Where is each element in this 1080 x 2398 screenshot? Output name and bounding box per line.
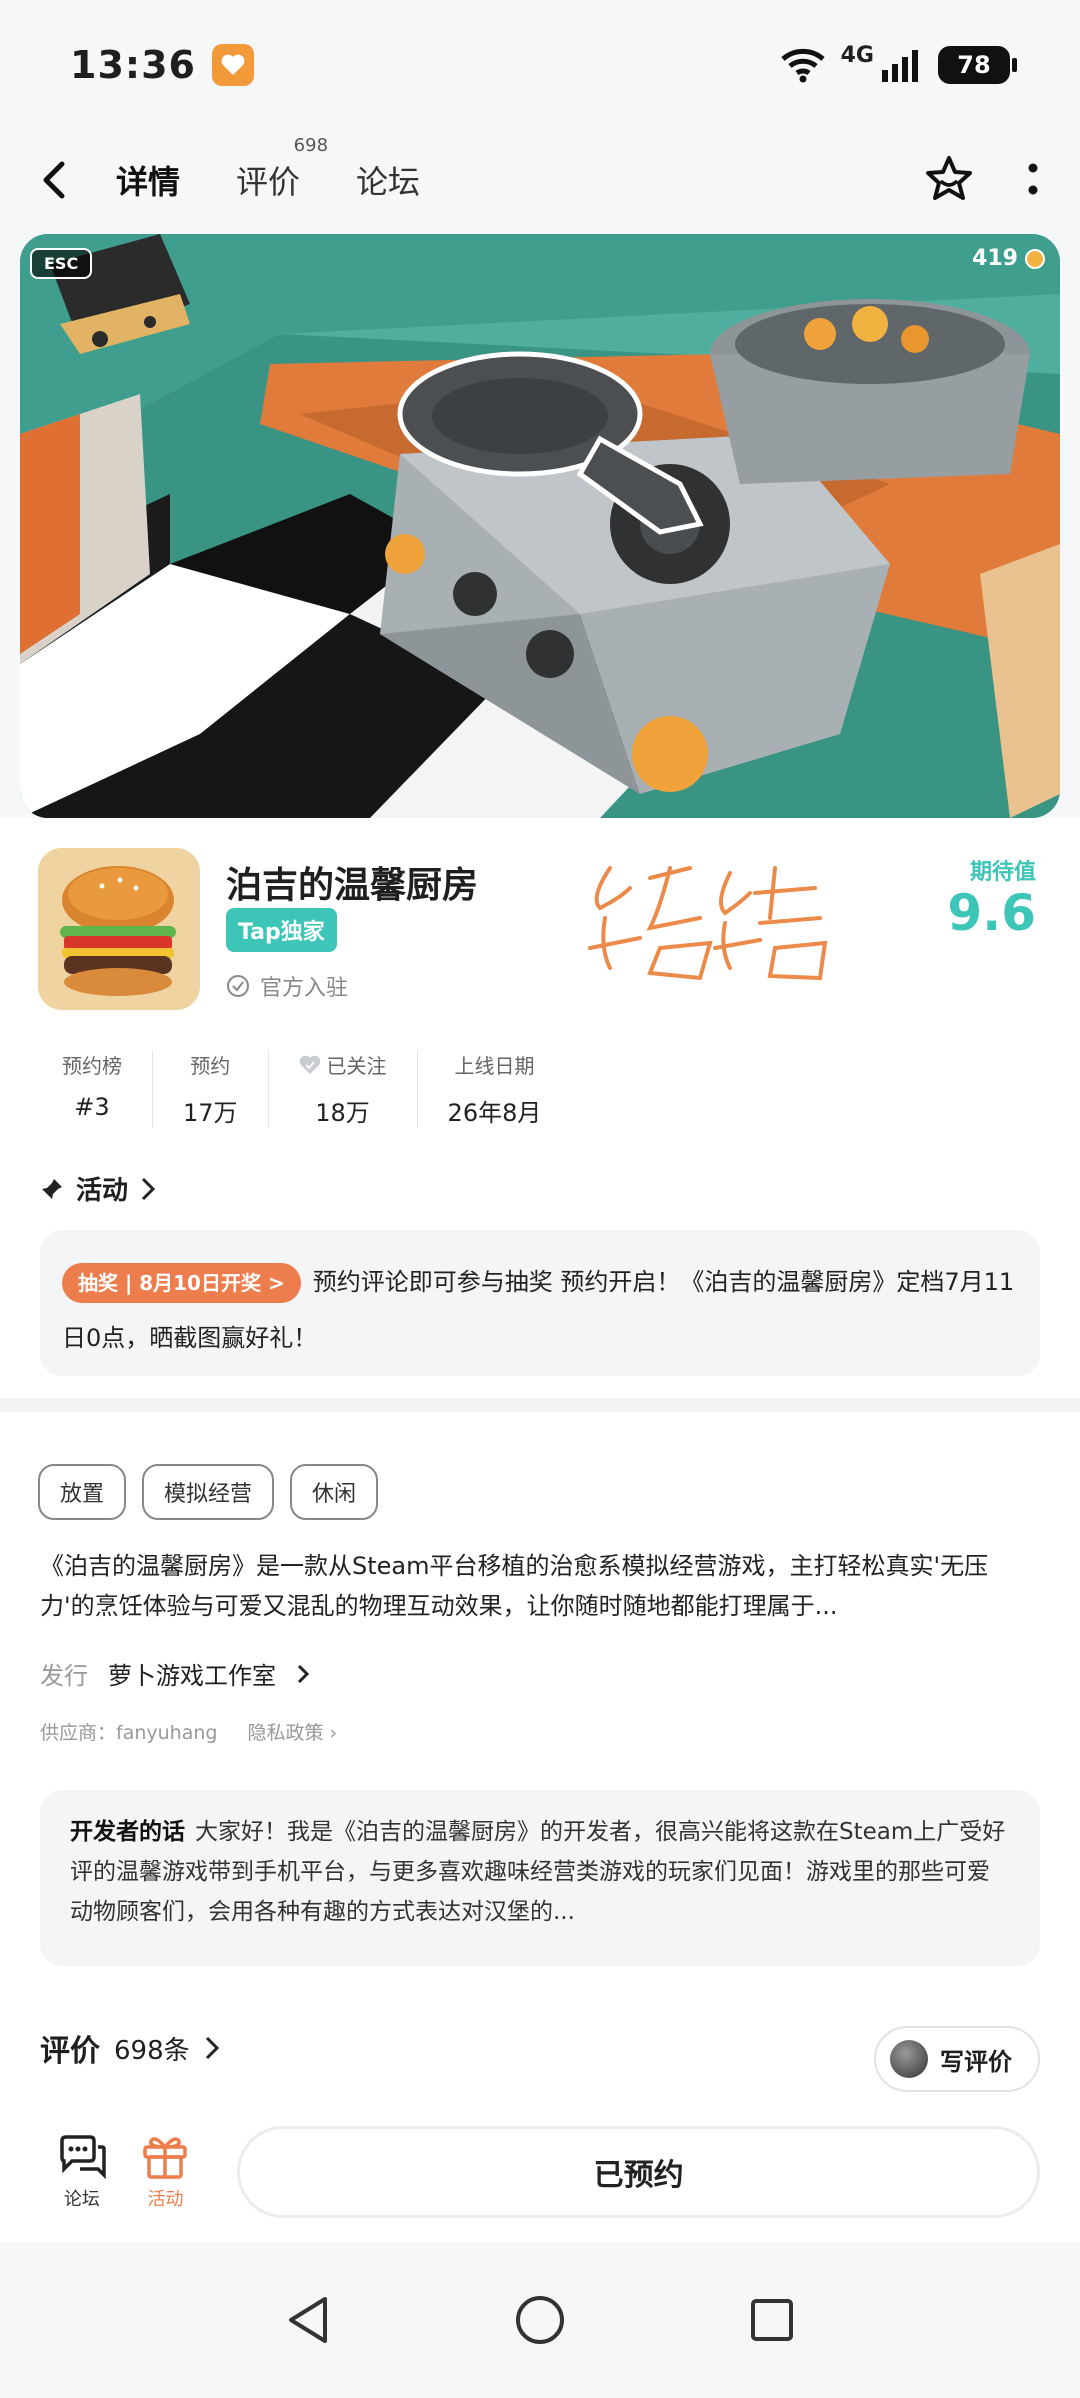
tab-reviews-count: 698 (293, 135, 329, 156)
handwritten-annotation (588, 866, 828, 981)
stat-value: #3 (74, 1093, 110, 1121)
stat-release-date: 上线日期 26年8月 (418, 1050, 572, 1128)
heart-check-icon (299, 1055, 320, 1074)
write-review-button[interactable]: 写评价 (874, 2026, 1040, 2092)
nav-recents-square-icon[interactable] (747, 2295, 797, 2345)
stat-label: 上线日期 (454, 1054, 535, 1078)
coin-count: 419 (972, 246, 1018, 271)
activity-banner[interactable]: 抽奖 | 8月10日开奖 > 预约评论即可参与抽奖 预约开启！《泊吉的温馨厨房》定… (40, 1230, 1040, 1376)
wifi-icon (780, 48, 825, 83)
bottom-action-bar: 论坛 活动 已预约 (0, 2102, 1080, 2242)
system-navigation (0, 2242, 1080, 2398)
chevron-right-icon (297, 1664, 310, 1683)
favorite-star-icon[interactable] (922, 154, 976, 206)
section-divider (0, 1398, 1080, 1412)
nav-home-circle-icon[interactable] (513, 2293, 567, 2347)
developer-note-label: 开发者的话 (70, 1819, 185, 1845)
more-options-icon[interactable] (1026, 160, 1040, 200)
forum-button[interactable]: 论坛 (40, 2133, 124, 2211)
back-button[interactable] (40, 150, 90, 210)
activity-header[interactable]: 活动 (40, 1170, 156, 1207)
tag-casual[interactable]: 休闲 (290, 1464, 379, 1520)
expectation-value: 9.6 (947, 884, 1036, 942)
write-review-label: 写评价 (940, 2047, 1012, 2076)
stat-value: 18万 (315, 1099, 370, 1127)
activity-label: 活动 (147, 2189, 184, 2210)
stat-reservations: 预约 17万 (153, 1050, 269, 1128)
official-label: 官方入驻 (260, 976, 349, 1001)
stat-followers[interactable]: 已关注 18万 (269, 1050, 418, 1128)
hero-screenshot[interactable]: ESC 419 (20, 234, 1060, 818)
coin-counter: 419 (972, 246, 1046, 271)
publisher-row[interactable]: 发行 萝卜游戏工作室 (40, 1656, 310, 1691)
chevron-right-icon (205, 2036, 219, 2060)
game-description[interactable]: 《泊吉的温馨厨房》是一款从Steam平台移植的治愈系模拟经营游戏，主打轻松真实'… (40, 1546, 1040, 1626)
network-type: 4G (840, 42, 874, 68)
reserved-button[interactable]: 已预约 (237, 2126, 1040, 2218)
stat-label-followed: 已关注 (299, 1050, 387, 1079)
tag-simulation[interactable]: 模拟经营 (142, 1464, 275, 1520)
activity-title: 活动 (76, 1176, 129, 1206)
coin-icon (1025, 248, 1045, 269)
supplier-row: 供应商：fanyuhang 隐私政策 › (40, 1718, 337, 1745)
activity-button[interactable]: 活动 (124, 2133, 208, 2211)
privacy-policy-link[interactable]: 隐私政策 › (247, 1718, 337, 1745)
publisher-label: 发行 (40, 1662, 88, 1690)
chevron-left-icon (43, 161, 65, 199)
forum-label: 论坛 (63, 2189, 100, 2210)
tap-exclusive-badge: Tap独家 (226, 908, 337, 952)
tab-reviews[interactable]: 评价 698 (230, 135, 328, 207)
status-bar: 13:36 4G 78 (0, 0, 1080, 130)
app-notification-icon (211, 44, 254, 86)
stat-ranking[interactable]: 预约榜 #3 (38, 1050, 153, 1128)
top-nav: 详情 评价 698 论坛 (0, 130, 1080, 230)
stat-label-text: 已关注 (326, 1054, 387, 1078)
reviews-header[interactable]: 评价 698条 (40, 2026, 220, 2070)
game-title: 泊吉的温馨厨房 (226, 865, 479, 906)
battery-indicator: 78 (938, 46, 1017, 84)
signal-icon (882, 50, 918, 82)
expectation-score: 期待值 9.6 (947, 854, 1036, 941)
tag-idle[interactable]: 放置 (38, 1464, 127, 1520)
publisher-name: 萝卜游戏工作室 (108, 1662, 276, 1690)
reviews-title: 评价 (40, 2034, 100, 2069)
status-time: 13:36 (70, 43, 196, 87)
tab-details[interactable]: 详情 (110, 153, 187, 207)
nav-back-triangle-icon[interactable] (283, 2293, 333, 2347)
supplier-text: 供应商：fanyuhang (40, 1722, 218, 1744)
stat-label: 预约 (190, 1054, 231, 1078)
stat-value: 17万 (183, 1099, 238, 1127)
expectation-label: 期待值 (969, 860, 1036, 885)
privacy-policy-label: 隐私政策 (247, 1722, 324, 1744)
developer-note[interactable]: 开发者的话 大家好！我是《泊吉的温馨厨房》的开发者，很高兴能将这款在Steam上广… (40, 1790, 1040, 1966)
official-verified: 官方入驻 (226, 970, 348, 1002)
stat-label: 预约榜 (62, 1054, 122, 1078)
stat-value: 26年8月 (447, 1099, 542, 1127)
user-avatar (890, 2040, 928, 2078)
game-icon[interactable] (38, 848, 200, 1010)
chevron-right-icon (141, 1177, 156, 1200)
reviews-count: 698条 (114, 2035, 190, 2066)
lottery-tag[interactable]: 抽奖 | 8月10日开奖 > (62, 1263, 301, 1303)
game-scene-image (20, 234, 1060, 818)
pin-icon (42, 1178, 62, 1199)
tab-reviews-label: 评价 (236, 163, 301, 201)
esc-button[interactable]: ESC (30, 248, 93, 279)
developer-note-text: 大家好！我是《泊吉的温馨厨房》的开发者，很高兴能将这款在Steam上广受好评的温… (70, 1819, 1006, 1925)
game-info-card: 泊吉的温馨厨房 Tap独家 官方入驻 期待值 9.6 预约榜 #3 预约 17万 (0, 818, 1080, 1398)
tab-forum[interactable]: 论坛 (350, 153, 426, 207)
forum-chat-icon (60, 2135, 106, 2179)
tag-list: 放置 模拟经营 休闲 (38, 1464, 379, 1520)
check-circle-icon (227, 975, 249, 997)
game-details-section: 放置 模拟经营 休闲 《泊吉的温馨厨房》是一款从Steam平台移植的治愈系模拟经… (0, 1412, 1080, 2102)
stats-row: 预约榜 #3 预约 17万 已关注 18万 上线日期 26年8月 (38, 1050, 571, 1128)
gift-icon (143, 2137, 188, 2179)
